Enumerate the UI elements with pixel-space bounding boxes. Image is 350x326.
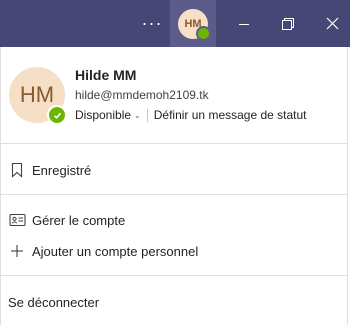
contact-card-icon [8, 211, 26, 229]
bookmark-icon [8, 161, 26, 179]
sign-out-menu-item[interactable]: Se déconnecter [1, 287, 350, 317]
profile-avatar-button[interactable]: HM [170, 0, 216, 47]
profile-header: HM Hilde MM hilde@mmdemoh2109.tk Disponi… [1, 47, 347, 143]
presence-available-icon [47, 105, 67, 125]
profile-name: Hilde MM [75, 67, 137, 83]
divider [1, 194, 347, 195]
avatar: HM [178, 8, 211, 41]
sign-out-label: Se déconnecter [8, 294, 100, 310]
more-horizontal-icon: ··· [141, 13, 163, 33]
saved-label: Enregistré [32, 162, 92, 178]
minimize-icon [239, 23, 249, 25]
restore-window-icon [282, 17, 294, 30]
saved-menu-item[interactable]: Enregistré [1, 155, 347, 185]
status-row: Disponible ⌄ Définir un message de statu… [75, 108, 307, 122]
minimize-button[interactable] [226, 0, 262, 47]
close-icon [326, 17, 338, 30]
divider [146, 108, 148, 122]
availability-label: Disponible [75, 108, 132, 122]
manage-account-label: Gérer le compte [32, 212, 126, 228]
divider [1, 275, 347, 276]
more-options-button[interactable]: ··· [136, 0, 168, 47]
profile-email: hilde@mmdemoh2109.tk [75, 88, 209, 102]
profile-initials: HM [19, 82, 55, 107]
presence-available-icon [196, 25, 211, 41]
set-status-message-link[interactable]: Définir un message de statut [154, 108, 307, 122]
availability-dropdown[interactable]: Disponible ⌄ [75, 108, 141, 122]
close-button[interactable] [314, 0, 350, 47]
manage-account-menu-item[interactable]: Gérer le compte [1, 205, 347, 235]
divider [1, 143, 347, 144]
plus-icon [8, 242, 26, 260]
add-personal-account-menu-item[interactable]: Ajouter un compte personnel [1, 236, 347, 266]
title-bar: ··· HM [0, 0, 350, 47]
chevron-down-icon: ⌄ [134, 111, 141, 120]
maximize-button[interactable] [270, 0, 306, 47]
profile-menu-panel: HM Hilde MM hilde@mmdemoh2109.tk Disponi… [0, 47, 348, 325]
add-personal-account-label: Ajouter un compte personnel [32, 243, 199, 259]
checkmark-icon [53, 112, 61, 119]
